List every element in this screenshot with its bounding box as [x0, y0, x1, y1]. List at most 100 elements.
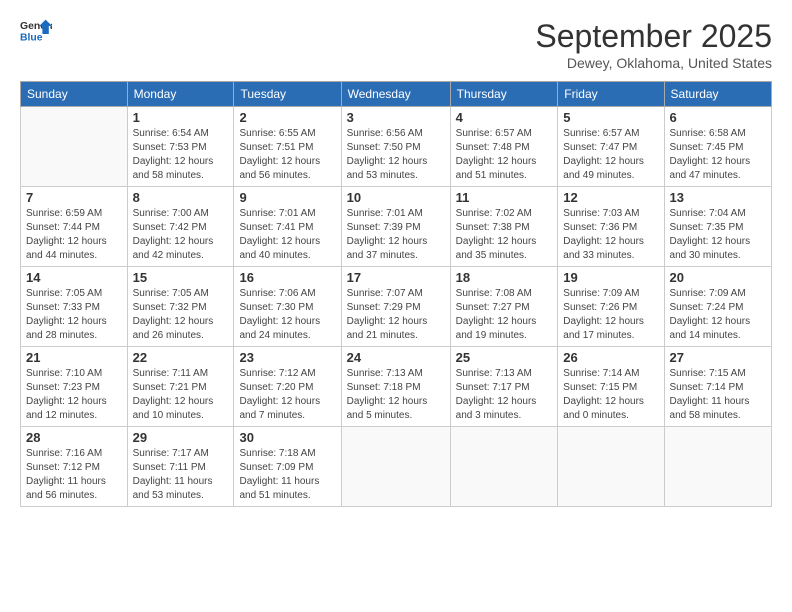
calendar-cell: 21 Sunrise: 7:10 AMSunset: 7:23 PMDayligh…: [21, 347, 128, 427]
day-number: 27: [670, 350, 766, 365]
day-info: Sunrise: 7:09 AMSunset: 7:26 PMDaylight:…: [563, 287, 658, 343]
calendar-cell: 9Sunrise: 7:01 AMSunset: 7:41 PMDaylight…: [234, 187, 341, 267]
day-info: Sunrise: 7:09 AMSunset: 7:24 PMDaylight:…: [670, 287, 766, 343]
calendar-cell: 24Sunrise: 7:13 AMSunset: 7:18 PMDayligh…: [341, 347, 450, 427]
day-info: Sunrise: 7:16 AMSunset: 7:12 PMDaylight:…: [26, 447, 122, 503]
day-number: 24: [347, 350, 445, 365]
calendar-cell: 11 Sunrise: 7:02 AMSunset: 7:38 PMDayligh…: [450, 187, 558, 267]
location: Dewey, Oklahoma, United States: [535, 55, 772, 71]
day-number: 18: [456, 270, 553, 285]
day-info: Sunrise: 7:06 AMSunset: 7:30 PMDaylight:…: [239, 287, 335, 343]
day-number: 16: [239, 270, 335, 285]
day-number: 29: [133, 430, 229, 445]
calendar-cell: 26 Sunrise: 7:14 AMSunset: 7:15 PMDayligh…: [558, 347, 664, 427]
header-sunday: Sunday: [21, 82, 128, 107]
day-number: 26: [563, 350, 658, 365]
day-info: Sunrise: 6:58 AMSunset: 7:45 PMDaylight:…: [670, 127, 766, 183]
calendar-cell: 29 Sunrise: 7:17 AMSunset: 7:11 PMDayligh…: [127, 427, 234, 507]
calendar-cell: 22 Sunrise: 7:11 AMSunset: 7:21 PMDayligh…: [127, 347, 234, 427]
header-tuesday: Tuesday: [234, 82, 341, 107]
day-number: 23: [239, 350, 335, 365]
day-number: 19: [563, 270, 658, 285]
calendar-week-row: 28 Sunrise: 7:16 AMSunset: 7:12 PMDayligh…: [21, 427, 772, 507]
day-number: 30: [239, 430, 335, 445]
day-number: 15: [133, 270, 229, 285]
calendar-table: Sunday Monday Tuesday Wednesday Thursday…: [20, 81, 772, 507]
day-info: Sunrise: 7:00 AMSunset: 7:42 PMDaylight:…: [133, 207, 229, 263]
day-number: 14: [26, 270, 122, 285]
calendar-cell: 23 Sunrise: 7:12 AMSunset: 7:20 PMDayligh…: [234, 347, 341, 427]
calendar-cell: 12 Sunrise: 7:03 AMSunset: 7:36 PMDayligh…: [558, 187, 664, 267]
day-info: Sunrise: 7:15 AMSunset: 7:14 PMDaylight:…: [670, 367, 766, 423]
day-info: Sunrise: 7:01 AMSunset: 7:39 PMDaylight:…: [347, 207, 445, 263]
day-number: 28: [26, 430, 122, 445]
calendar-week-row: 14 Sunrise: 7:05 AMSunset: 7:33 PMDayligh…: [21, 267, 772, 347]
day-number: 20: [670, 270, 766, 285]
day-number: 21: [26, 350, 122, 365]
day-number: 22: [133, 350, 229, 365]
day-info: Sunrise: 6:54 AMSunset: 7:53 PMDaylight:…: [133, 127, 229, 183]
calendar-week-row: 21 Sunrise: 7:10 AMSunset: 7:23 PMDayligh…: [21, 347, 772, 427]
day-number: 25: [456, 350, 553, 365]
day-number: 12: [563, 190, 658, 205]
weekday-header-row: Sunday Monday Tuesday Wednesday Thursday…: [21, 82, 772, 107]
header-thursday: Thursday: [450, 82, 558, 107]
calendar-cell: 18 Sunrise: 7:08 AMSunset: 7:27 PMDayligh…: [450, 267, 558, 347]
calendar-cell: 2 Sunrise: 6:55 AMSunset: 7:51 PMDaylight…: [234, 107, 341, 187]
calendar-cell: 28 Sunrise: 7:16 AMSunset: 7:12 PMDayligh…: [21, 427, 128, 507]
calendar-cell: 25Sunrise: 7:13 AMSunset: 7:17 PMDayligh…: [450, 347, 558, 427]
calendar-cell: 7 Sunrise: 6:59 AMSunset: 7:44 PMDaylight…: [21, 187, 128, 267]
day-number: 6: [670, 110, 766, 125]
calendar-cell: [450, 427, 558, 507]
day-info: Sunrise: 7:04 AMSunset: 7:35 PMDaylight:…: [670, 207, 766, 263]
day-number: 7: [26, 190, 122, 205]
day-info: Sunrise: 7:01 AMSunset: 7:41 PMDaylight:…: [239, 207, 335, 263]
day-number: 2: [239, 110, 335, 125]
day-info: Sunrise: 6:57 AMSunset: 7:48 PMDaylight:…: [456, 127, 553, 183]
day-number: 3: [347, 110, 445, 125]
month-title: September 2025: [535, 18, 772, 55]
calendar-cell: 8 Sunrise: 7:00 AMSunset: 7:42 PMDaylight…: [127, 187, 234, 267]
day-info: Sunrise: 7:05 AMSunset: 7:33 PMDaylight:…: [26, 287, 122, 343]
header-wednesday: Wednesday: [341, 82, 450, 107]
calendar-cell: 1Sunrise: 6:54 AMSunset: 7:53 PMDaylight…: [127, 107, 234, 187]
day-info: Sunrise: 6:59 AMSunset: 7:44 PMDaylight:…: [26, 207, 122, 263]
day-number: 13: [670, 190, 766, 205]
calendar-cell: 20 Sunrise: 7:09 AMSunset: 7:24 PMDayligh…: [664, 267, 771, 347]
day-info: Sunrise: 6:57 AMSunset: 7:47 PMDaylight:…: [563, 127, 658, 183]
day-info: Sunrise: 7:11 AMSunset: 7:21 PMDaylight:…: [133, 367, 229, 423]
calendar-cell: 4 Sunrise: 6:57 AMSunset: 7:48 PMDaylight…: [450, 107, 558, 187]
day-info: Sunrise: 7:10 AMSunset: 7:23 PMDaylight:…: [26, 367, 122, 423]
svg-text:Blue: Blue: [20, 32, 43, 43]
day-info: Sunrise: 6:56 AMSunset: 7:50 PMDaylight:…: [347, 127, 445, 183]
day-info: Sunrise: 7:05 AMSunset: 7:32 PMDaylight:…: [133, 287, 229, 343]
day-info: Sunrise: 7:17 AMSunset: 7:11 PMDaylight:…: [133, 447, 229, 503]
day-number: 4: [456, 110, 553, 125]
calendar-cell: 14 Sunrise: 7:05 AMSunset: 7:33 PMDayligh…: [21, 267, 128, 347]
calendar-cell: [558, 427, 664, 507]
day-info: Sunrise: 7:12 AMSunset: 7:20 PMDaylight:…: [239, 367, 335, 423]
header-monday: Monday: [127, 82, 234, 107]
day-number: 8: [133, 190, 229, 205]
day-info: Sunrise: 6:55 AMSunset: 7:51 PMDaylight:…: [239, 127, 335, 183]
day-number: 11: [456, 190, 553, 205]
calendar-cell: [341, 427, 450, 507]
calendar-cell: 5Sunrise: 6:57 AMSunset: 7:47 PMDaylight…: [558, 107, 664, 187]
day-info: Sunrise: 7:03 AMSunset: 7:36 PMDaylight:…: [563, 207, 658, 263]
calendar-week-row: 7 Sunrise: 6:59 AMSunset: 7:44 PMDaylight…: [21, 187, 772, 267]
day-info: Sunrise: 7:08 AMSunset: 7:27 PMDaylight:…: [456, 287, 553, 343]
calendar-cell: 15 Sunrise: 7:05 AMSunset: 7:32 PMDayligh…: [127, 267, 234, 347]
calendar-cell: 30Sunrise: 7:18 AMSunset: 7:09 PMDayligh…: [234, 427, 341, 507]
day-number: 17: [347, 270, 445, 285]
title-block: September 2025 Dewey, Oklahoma, United S…: [535, 18, 772, 71]
day-info: Sunrise: 7:14 AMSunset: 7:15 PMDaylight:…: [563, 367, 658, 423]
logo-icon: General Blue: [20, 18, 52, 46]
calendar-cell: 16 Sunrise: 7:06 AMSunset: 7:30 PMDayligh…: [234, 267, 341, 347]
calendar-cell: 17Sunrise: 7:07 AMSunset: 7:29 PMDayligh…: [341, 267, 450, 347]
calendar-cell: 10 Sunrise: 7:01 AMSunset: 7:39 PMDayligh…: [341, 187, 450, 267]
day-info: Sunrise: 7:02 AMSunset: 7:38 PMDaylight:…: [456, 207, 553, 263]
calendar-cell: 19 Sunrise: 7:09 AMSunset: 7:26 PMDayligh…: [558, 267, 664, 347]
calendar-cell: 13 Sunrise: 7:04 AMSunset: 7:35 PMDayligh…: [664, 187, 771, 267]
calendar-cell: [21, 107, 128, 187]
day-number: 10: [347, 190, 445, 205]
